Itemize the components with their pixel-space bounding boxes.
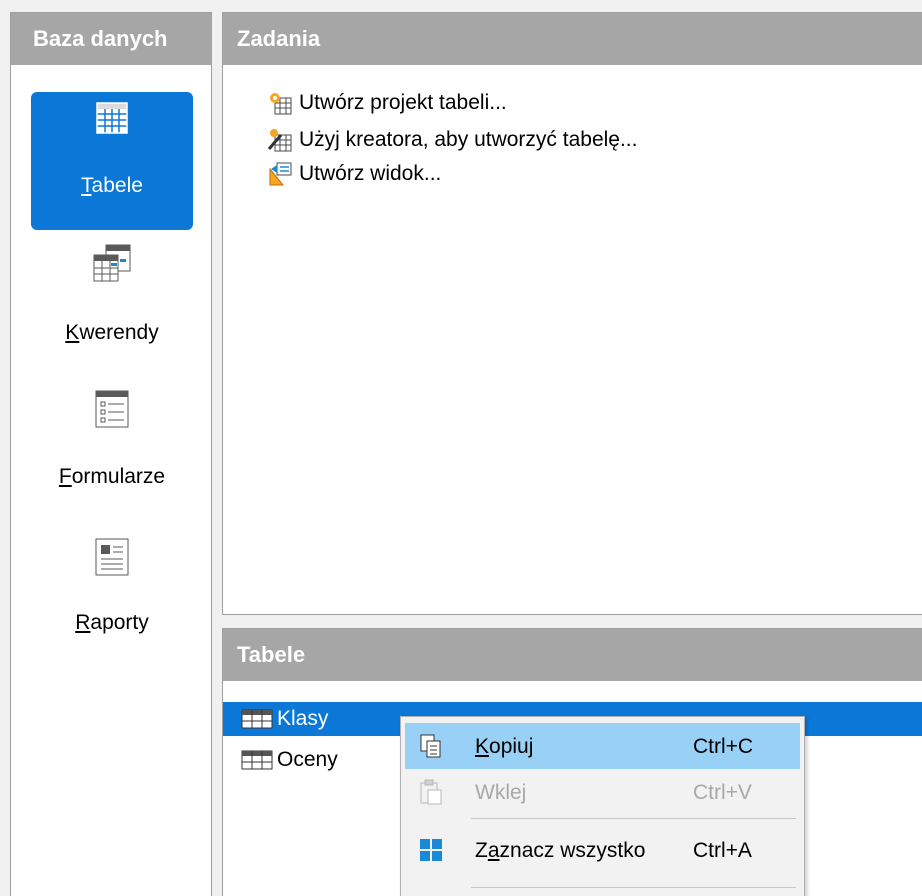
category-reports[interactable]: Raporty — [31, 535, 193, 673]
task-create-view[interactable]: Utwórz widok... — [267, 160, 441, 188]
category-queries[interactable]: Kwerendy — [31, 239, 193, 377]
menu-item-copy-shortcut: Ctrl+C — [693, 735, 754, 758]
menu-separator — [471, 887, 796, 888]
database-panel: Baza danych Tabele Kwerendy Formularze R… — [10, 12, 212, 896]
task-table-wizard[interactable]: Użyj kreatora, aby utworzyć tabelę... — [267, 126, 637, 154]
database-panel-header: Baza danych — [11, 13, 211, 65]
task-create-view-label: Utwórz widok... — [299, 162, 442, 185]
context-menu: Kopiuj Ctrl+C Wklej Ctrl+V Zaznacz wszys… — [400, 716, 805, 896]
table-design-icon — [270, 93, 292, 115]
table-item-oceny[interactable]: Oceny — [241, 743, 338, 777]
menu-item-paste-shortcut: Ctrl+V — [693, 781, 752, 804]
create-view-icon — [269, 162, 292, 186]
paste-icon — [420, 779, 442, 805]
category-tables-label: Tabele — [81, 174, 143, 197]
category-reports-label: Raporty — [75, 611, 149, 634]
menu-separator — [471, 818, 796, 819]
task-table-wizard-label: Użyj kreatora, aby utworzyć tabelę... — [299, 128, 638, 151]
task-create-table-design-label: Utwórz projekt tabeli... — [299, 91, 507, 114]
table-item-klasy-label: Klasy — [277, 707, 329, 730]
queries-category-icon — [93, 244, 131, 282]
reports-category-icon — [95, 538, 129, 576]
menu-item-select-all[interactable]: Zaznacz wszystko Ctrl+A — [405, 827, 800, 873]
task-create-table-design[interactable]: Utwórz projekt tabeli... — [267, 89, 507, 117]
table-item-oceny-label: Oceny — [277, 748, 338, 771]
category-forms-label: Formularze — [58, 465, 166, 488]
copy-icon — [420, 734, 441, 758]
select-all-icon — [420, 839, 442, 861]
menu-item-paste-label: Wklej — [475, 781, 527, 804]
tasks-panel-header: Zadania — [223, 13, 922, 65]
tables-panel-header: Tabele — [223, 629, 922, 681]
tables-category-icon — [96, 102, 128, 134]
category-queries-label: Kwerendy — [65, 321, 159, 344]
tasks-panel: Zadania Utwórz projekt tabeli... Użyj kr… — [222, 12, 922, 615]
table-wizard-icon — [267, 129, 292, 152]
menu-item-paste[interactable]: Wklej Ctrl+V — [405, 769, 800, 815]
forms-category-icon — [95, 390, 129, 428]
menu-item-copy-label: Kopiuj — [475, 735, 534, 758]
category-forms[interactable]: Formularze — [31, 385, 193, 523]
category-tables[interactable]: Tabele — [31, 92, 193, 230]
menu-item-select-all-shortcut: Ctrl+A — [693, 839, 752, 862]
menu-item-copy[interactable]: Kopiuj Ctrl+C — [405, 723, 800, 769]
table-icon — [241, 750, 273, 770]
menu-item-select-all-label: Zaznacz wszystko — [475, 839, 646, 862]
table-icon — [241, 709, 273, 729]
